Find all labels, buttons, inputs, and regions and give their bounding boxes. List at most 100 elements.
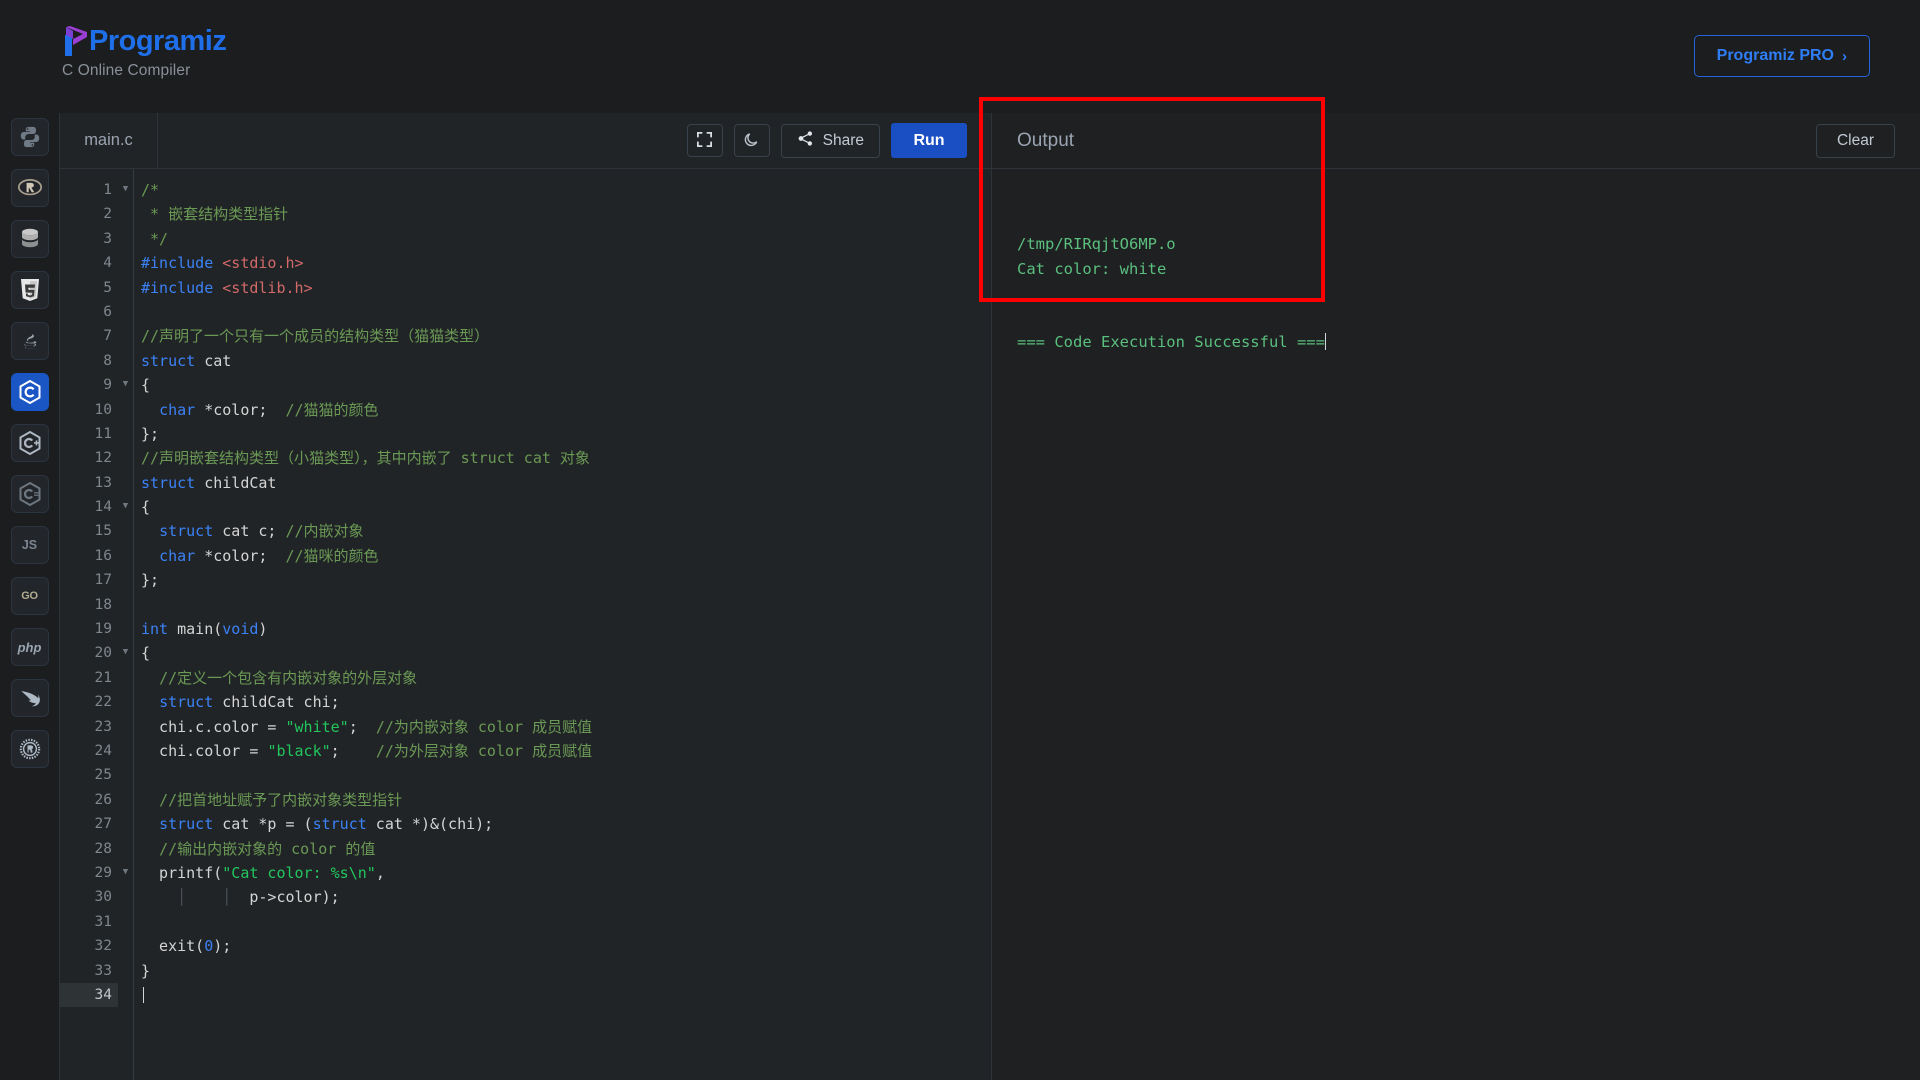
compiler-app: Programiz C Online Compiler Programiz PR… — [0, 0, 1920, 1080]
share-button[interactable]: Share — [780, 123, 880, 158]
code-text — [133, 983, 144, 1007]
sidebar-item-sql[interactable] — [10, 220, 49, 258]
fullscreen-button[interactable] — [686, 124, 723, 157]
code-text: #include <stdlib.h> — [141, 278, 313, 297]
run-button[interactable]: Run — [891, 123, 967, 158]
output-console[interactable]: /tmp/RIRqjtO6MP.o Cat color: white === Co… — [992, 169, 1920, 418]
programiz-logo-icon — [62, 26, 88, 56]
sidebar-item-javascript[interactable]: JS — [10, 526, 49, 564]
line-number: 7 — [103, 328, 112, 345]
code-text: { — [141, 498, 151, 517]
code-text: }; — [141, 424, 160, 443]
code-line: 18 — [60, 593, 991, 617]
code-line: 4 #include <stdio.h> — [60, 251, 991, 275]
share-icon — [797, 130, 814, 152]
csharp-language-icon — [19, 482, 41, 506]
sidebar-item-html[interactable] — [10, 271, 49, 309]
sidebar-item-cpp[interactable] — [10, 424, 49, 462]
code-text: char *color; //猫咪的颜色 — [159, 546, 379, 565]
code-text: struct childCat chi; — [159, 693, 340, 712]
fold-toggle-icon[interactable]: ▼ — [118, 861, 133, 885]
clear-label: Clear — [1836, 131, 1874, 149]
output-line: /tmp/RIRqjtO6MP.o — [1017, 235, 1176, 253]
fold-toggle-icon[interactable]: ▼ — [118, 178, 133, 202]
line-number: 23 — [94, 718, 112, 735]
sidebar-item-c[interactable] — [10, 373, 49, 411]
clear-button[interactable]: Clear — [1815, 123, 1895, 158]
code-text: //声明了一个只有一个成员的结构类型（猫猫类型） — [141, 327, 490, 346]
line-number: 24 — [94, 742, 112, 759]
code-line: 27 struct cat *p = (struct cat *)&(chi); — [60, 812, 991, 836]
gutter-divider — [133, 169, 134, 1080]
code-text: //定义一个包含有内嵌对象的外层对象 — [159, 668, 418, 687]
brand-logo-row: Programiz — [62, 22, 227, 57]
page-header: Programiz C Online Compiler Programiz PR… — [0, 0, 1920, 100]
code-text: //把首地址赋予了内嵌对象类型指针 — [159, 790, 403, 809]
tab-main-c[interactable]: main.c — [60, 113, 158, 168]
sidebar-item-java[interactable] — [10, 322, 49, 360]
sidebar-item-rust[interactable] — [10, 730, 49, 768]
sidebar-item-go[interactable]: GO — [10, 577, 49, 615]
code-line: 16 char *color; //猫咪的颜色 — [60, 544, 991, 568]
brand: Programiz C Online Compiler — [62, 22, 227, 80]
page-subtitle: C Online Compiler — [62, 62, 191, 79]
line-number: 30 — [94, 889, 112, 906]
sidebar-item-r[interactable] — [10, 169, 49, 207]
output-line: Cat color: white — [1017, 259, 1167, 278]
line-number: 29 — [94, 864, 112, 881]
brand-name: Programiz — [89, 25, 227, 57]
sidebar-item-swift[interactable] — [10, 679, 49, 717]
sidebar-item-php[interactable]: php — [10, 628, 49, 666]
line-number: 31 — [94, 913, 112, 930]
java-icon — [19, 330, 41, 352]
code-line: 22 struct childCat chi; — [60, 690, 991, 714]
sidebar-item-python[interactable] — [10, 118, 49, 156]
line-number: 19 — [94, 621, 112, 638]
sidebar-item-csharp[interactable] — [10, 475, 49, 513]
output-caret — [1324, 333, 1327, 350]
code-text: //输出内嵌对象的 color 的值 — [159, 839, 376, 858]
fold-toggle-icon[interactable]: ▼ — [118, 495, 133, 519]
line-number: 27 — [94, 816, 112, 833]
code-text: */ — [141, 229, 169, 248]
swift-icon — [19, 688, 40, 709]
code-line: 17}; — [60, 568, 991, 592]
code-line: 11}; — [60, 422, 991, 446]
line-number: 25 — [94, 767, 112, 784]
fold-toggle-icon[interactable]: ▼ — [118, 373, 133, 397]
fold-toggle-icon[interactable]: ▼ — [118, 641, 133, 665]
code-editor[interactable]: 1 ▼/* 2 * 嵌套结构类型指针 3 */4 #include <stdio.h> 5… — [60, 169, 991, 1080]
code-line: 7 //声明了一个只有一个成员的结构类型（猫猫类型） — [60, 324, 991, 348]
line-number: 14 — [94, 499, 112, 516]
pro-button-label: Programiz PRO — [1716, 47, 1834, 64]
code-line: 10 char *color; //猫猫的颜色 — [60, 398, 991, 422]
code-line: 19 int main(void) — [60, 617, 991, 641]
dark-mode-toggle[interactable] — [733, 124, 770, 157]
code-text: int main(void) — [141, 620, 268, 639]
line-number: 4 — [103, 255, 112, 272]
programiz-pro-button[interactable]: Programiz PRO › — [1693, 35, 1870, 77]
code-text: //声明嵌套结构类型（小猫类型），其中内嵌了 struct cat 对象 — [141, 449, 590, 468]
code-line: 29 ▼ printf("Cat color: %s\n", — [60, 861, 991, 885]
code-text: struct cat c; //内嵌对象 — [159, 522, 364, 541]
